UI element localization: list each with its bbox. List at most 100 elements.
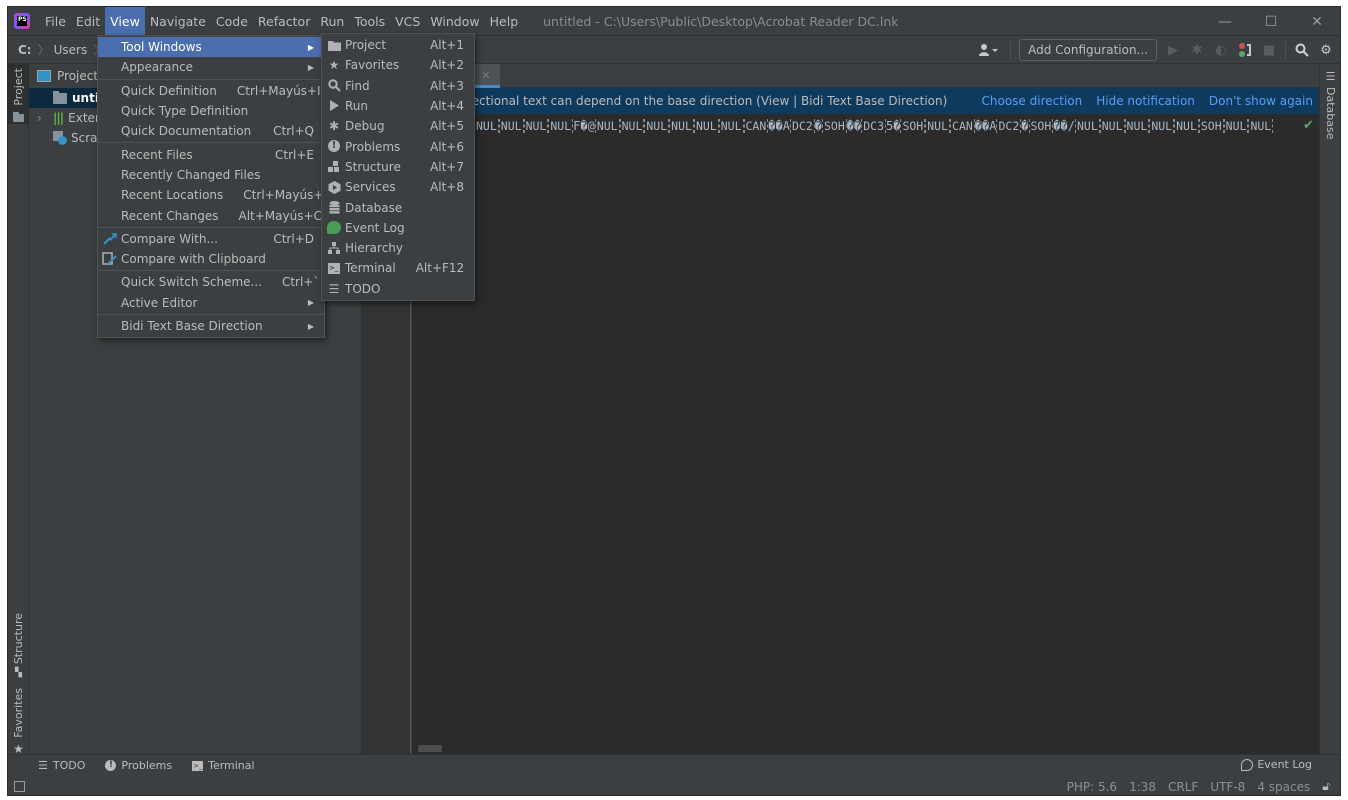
project-tool-button[interactable]: Project (8, 64, 29, 124)
menu-edit[interactable]: Edit (71, 7, 105, 36)
vcs-user-icon[interactable] (976, 42, 1002, 58)
menu-item-label: Structure (345, 159, 401, 174)
tool-window-item-todo[interactable]: ☰ TODO (322, 279, 474, 299)
horizontal-scrollbar[interactable] (418, 745, 442, 752)
maximize-button[interactable]: ☐ (1248, 7, 1294, 36)
add-configuration-button[interactable]: Add Configuration... (1019, 39, 1157, 61)
tool-window-item-problems[interactable]: ! Problems Alt+6 (322, 136, 474, 156)
submenu-arrow-icon: ▶ (307, 62, 314, 72)
structure-tool-button[interactable]: Structure ▚ (8, 609, 29, 678)
encoding-widget[interactable]: UTF-8 (1210, 780, 1245, 794)
php-version-widget[interactable]: PHP: 5.6 (1067, 780, 1117, 794)
caret-position-widget[interactable]: 1:38 (1129, 780, 1156, 794)
view-menu-item-quick-documentation[interactable]: Quick Documentation Ctrl+Q (98, 121, 324, 141)
menu-separator (98, 226, 324, 228)
code-text: F�@ (573, 119, 595, 133)
menu-navigate[interactable]: Navigate (145, 7, 211, 36)
terminal-tool-button[interactable]: >_ Terminal (192, 759, 255, 772)
menu-code[interactable]: Code (211, 7, 253, 36)
debug-icon[interactable]: ✱ (1189, 42, 1205, 58)
compare-icon (102, 232, 118, 246)
menu-refactor[interactable]: Refactor (253, 7, 315, 36)
menu-run[interactable]: Run (315, 7, 349, 36)
tool-window-item-event-log[interactable]: Event Log (322, 218, 474, 238)
line-separator-widget[interactable]: CRLF (1168, 780, 1198, 794)
control-char: NUL (1074, 119, 1100, 133)
phpstorm-logo-icon[interactable]: PS (14, 13, 30, 29)
indent-widget[interactable]: 4 spaces (1257, 780, 1310, 794)
menu-item-shortcut: Ctrl+` (281, 275, 320, 290)
editor-area[interactable] (412, 88, 1321, 754)
minimize-button[interactable]: — (1202, 7, 1248, 36)
tool-window-item-services[interactable]: Services Alt+8 (322, 177, 474, 197)
todo-tool-button[interactable]: ☰ TODO (38, 759, 85, 772)
submenu-arrow-icon: ▶ (307, 42, 314, 52)
submenu-arrow-icon: ▶ (307, 321, 314, 331)
view-menu-item-compare-with[interactable]: Compare With... Ctrl+D (98, 229, 324, 249)
control-char: NUL (548, 119, 574, 133)
view-menu-item-compare-with-clipboard[interactable]: Compare with Clipboard (98, 249, 324, 269)
view-menu-item-quick-definition[interactable]: Quick Definition Ctrl+Mayús+I (98, 81, 324, 101)
view-menu-item-recently-changed-files[interactable]: Recently Changed Files (98, 165, 324, 185)
menu-item-label: Recent Locations (121, 188, 224, 203)
close-button[interactable]: ✕ (1294, 7, 1340, 36)
submenu-arrow-icon: ▶ (307, 298, 314, 308)
run-with-coverage-icon[interactable]: ◐ (1213, 42, 1229, 58)
tool-window-item-database[interactable]: Database (322, 197, 474, 217)
view-menu-item-recent-changes[interactable]: Recent Changes Alt+Mayús+C (98, 205, 324, 225)
view-menu-item-recent-locations[interactable]: Recent Locations Ctrl+Mayús+E (98, 185, 331, 205)
view-menu-item-active-editor[interactable]: Active Editor ▶ (98, 293, 324, 313)
stop-icon[interactable]: ■ (1261, 42, 1277, 58)
event-log-icon (326, 221, 342, 235)
control-char: SOH (821, 119, 847, 133)
code-text: ��/ (1053, 119, 1075, 133)
tool-window-item-structure[interactable]: Structure Alt+7 (322, 157, 474, 177)
database-tool-button[interactable]: ☰ Database (1320, 70, 1340, 140)
run-icon[interactable]: ▶ (1165, 42, 1181, 58)
close-tab-icon[interactable]: ✕ (481, 69, 490, 82)
view-menu-item-appearance[interactable]: Appearance ▶ (98, 57, 324, 77)
menu-item-label: Bidi Text Base Direction (121, 319, 263, 333)
tool-window-item-run[interactable]: Run Alt+4 (322, 96, 474, 116)
tool-window-item-project[interactable]: Project Alt+1 (322, 35, 474, 55)
view-menu-item-bidi-text-base-direction[interactable]: Bidi Text Base Direction ▶ (98, 316, 324, 336)
status-bar: PHP: 5.6 1:38 CRLF UTF-8 4 spaces 🔓︎ (8, 776, 1340, 795)
hide-notification-link[interactable]: Hide notification (1096, 94, 1195, 108)
tool-window-item-favorites[interactable]: ★ Favorites Alt+2 (322, 55, 474, 75)
chevron-right-icon[interactable]: › (37, 111, 53, 125)
view-menu-item-quick-type-definition[interactable]: Quick Type Definition (98, 101, 324, 121)
menu-file[interactable]: File (40, 7, 71, 36)
menu-item-label: Hierarchy (345, 241, 404, 256)
breadcrumb-users[interactable]: Users (50, 43, 88, 57)
tool-window-item-find[interactable]: Find Alt+3 (322, 76, 474, 96)
search-everywhere-icon[interactable] (1294, 42, 1310, 58)
menu-tools[interactable]: Tools (349, 7, 390, 36)
view-menu-item-quick-switch-scheme[interactable]: Quick Switch Scheme... Ctrl+` (98, 272, 324, 292)
inspection-ok-checkmark-icon[interactable]: ✔ (1303, 118, 1314, 133)
view-menu-item-recent-files[interactable]: Recent Files Ctrl+E (98, 144, 324, 164)
favorites-tool-button[interactable]: Favorites ★ (8, 684, 29, 756)
tool-window-item-terminal[interactable]: >_ Terminal Alt+F12 (322, 258, 474, 278)
view-menu-item-tool-windows[interactable]: Tool Windows ▶ (98, 37, 324, 58)
control-char: CAN (950, 119, 975, 133)
menu-vcs[interactable]: VCS (390, 7, 425, 36)
menu-item-shortcut: Alt+8 (430, 180, 464, 195)
menu-window[interactable]: Window (425, 7, 484, 36)
menu-item-label: Tool Windows (121, 40, 202, 55)
menu-item-label: Database (345, 200, 403, 215)
toggle-tool-windows-icon[interactable] (14, 781, 25, 792)
breadcrumb-drive[interactable]: C: (8, 43, 32, 57)
control-char: DC3 (861, 119, 886, 133)
tool-window-item-debug[interactable]: ✱ Debug Alt+5 (322, 116, 474, 136)
tool-window-item-hierarchy[interactable]: Hierarchy (322, 238, 474, 258)
choose-direction-link[interactable]: Choose direction (982, 94, 1083, 108)
menu-help[interactable]: Help (485, 7, 524, 36)
read-only-lock-icon[interactable]: 🔓︎ (1322, 779, 1330, 794)
settings-gear-icon[interactable]: ⚙ (1318, 42, 1334, 58)
attach-profiler-icon[interactable] (1237, 42, 1253, 58)
dont-show-again-link[interactable]: Don't show again (1209, 94, 1313, 108)
code-line[interactable]: NUL NUL NUL NUL F�@ NUL NUL NUL NUL NUL NUL CAN ��A… (474, 117, 1300, 135)
problems-tool-button[interactable]: ! Problems (105, 759, 172, 772)
menu-view[interactable]: View (105, 7, 145, 36)
event-log-tool-button[interactable]: Event Log (1241, 758, 1312, 771)
